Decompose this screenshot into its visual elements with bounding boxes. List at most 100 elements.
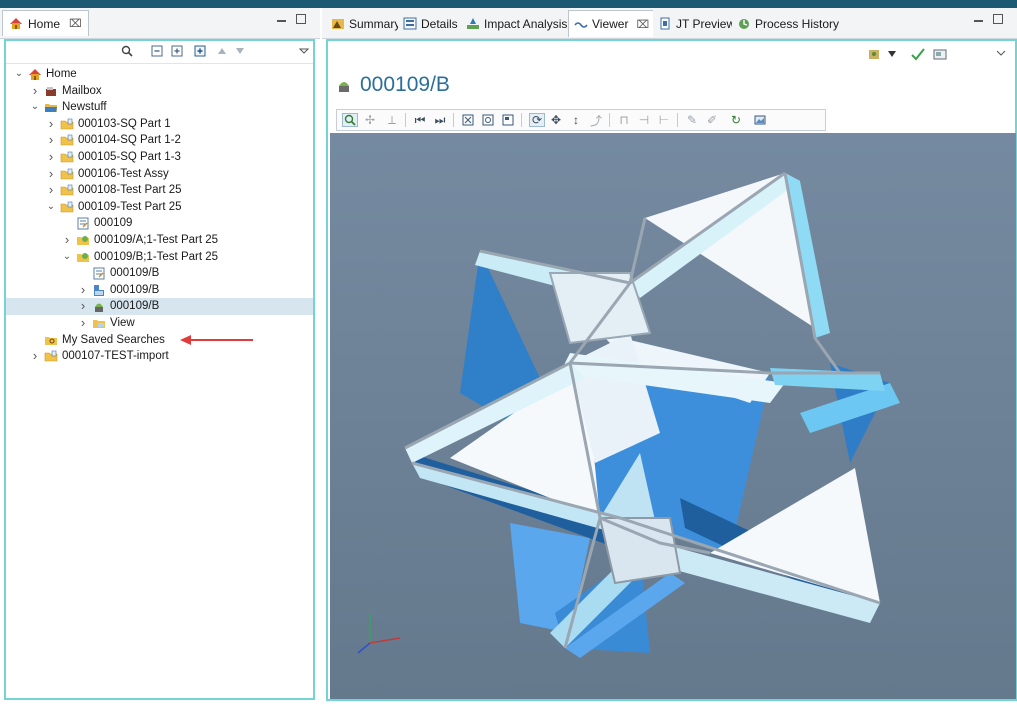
tree-row[interactable]: › 000109/B <box>6 282 313 299</box>
tree-row-label: 000109/B <box>110 283 160 296</box>
align-icon[interactable]: ⊢ <box>657 113 671 127</box>
tab-viewer[interactable]: Viewer ⌧ <box>568 10 656 37</box>
pan-cross-icon[interactable]: ✢ <box>363 113 377 127</box>
zoom-vertical-icon[interactable]: ↕ <box>569 113 583 127</box>
toolbar-separator <box>521 113 522 127</box>
viewer-icon <box>574 21 588 28</box>
details-icon <box>403 17 417 30</box>
zoom-window-icon[interactable] <box>481 113 495 127</box>
tab-summary[interactable]: Summary <box>326 10 406 37</box>
tree-row[interactable]: › 000108-Test Part 25 <box>6 182 313 199</box>
expand-twisty-icon[interactable]: › <box>46 132 56 149</box>
home-tabbar: Home ⌧ <box>0 8 320 39</box>
tree-row-label: 000109 <box>94 217 133 230</box>
detach-window-icon[interactable] <box>932 47 948 61</box>
markup-erase-icon[interactable]: ✐ <box>705 113 719 127</box>
expand-twisty-icon[interactable]: › <box>46 149 56 166</box>
collapse-all-icon[interactable] <box>151 45 163 57</box>
maximize-icon[interactable] <box>993 14 1003 24</box>
collapse-twisty-icon[interactable]: ⌄ <box>62 249 72 266</box>
tree-row-label: 000106-Test Assy <box>78 167 169 180</box>
expand-twisty-icon[interactable]: › <box>46 166 56 183</box>
move-down-icon[interactable] <box>234 45 246 57</box>
tab-details[interactable]: Details <box>398 10 463 37</box>
tree-row[interactable]: ⌄ Newstuff <box>6 99 313 116</box>
expand-icon[interactable] <box>171 45 183 57</box>
tree-row-label: 000109/B <box>110 267 160 280</box>
tree-row-label: Home <box>46 68 77 80</box>
view-menu-chevron-icon[interactable] <box>298 45 310 57</box>
tree-row[interactable]: 000109/B <box>6 265 313 282</box>
edit-check-icon[interactable] <box>910 47 926 61</box>
item-folder-icon <box>60 118 74 131</box>
last-frame-icon[interactable]: ⏭ <box>433 113 447 127</box>
jt-preview-icon <box>660 17 670 30</box>
measure-icon[interactable]: ⊣ <box>637 113 651 127</box>
first-frame-icon[interactable]: ⏮ <box>413 113 427 127</box>
tab-viewer-close-icon[interactable]: ⌧ <box>636 18 649 31</box>
tree-row[interactable]: ⌄ 000109/B;1-Test Part 25 <box>6 249 313 266</box>
expand-twisty-icon[interactable]: › <box>62 232 72 249</box>
search-icon[interactable] <box>121 45 133 57</box>
snapshot-icon[interactable] <box>753 113 767 127</box>
tree-row-selected[interactable]: › 000109/B <box>6 298 313 315</box>
expand-twisty-icon[interactable]: › <box>30 348 40 365</box>
tree-row[interactable]: 000109 <box>6 215 313 232</box>
tab-process-history-label: Process History <box>755 16 840 31</box>
item-folder-icon <box>44 350 58 363</box>
tab-home[interactable]: Home ⌧ <box>2 10 89 36</box>
tree-row[interactable]: › 000106-Test Assy <box>6 166 313 183</box>
fit-all-icon[interactable] <box>461 113 475 127</box>
toolbar-separator <box>453 113 454 127</box>
tab-details-label: Details <box>421 16 458 31</box>
expand-twisty-icon[interactable]: › <box>30 83 40 100</box>
tree-row[interactable]: My Saved Searches <box>6 332 313 349</box>
axis-icon[interactable]: ⟂ <box>385 113 399 127</box>
zoom-select-icon[interactable] <box>342 113 358 127</box>
tree-row[interactable]: › 000109/A;1-Test Part 25 <box>6 232 313 249</box>
process-history-icon <box>739 19 749 29</box>
viewer-frame: 000109/B ✢ ⟂ ⏮ ⏭ ⟳ ✥ ↕ ⤴ ⊓ ⊣ ⊢ ✎ ✐ ↻ <box>326 39 1017 701</box>
minimize-icon[interactable] <box>277 20 286 22</box>
tab-jt-preview[interactable]: JT Preview <box>653 10 741 37</box>
home-window-controls <box>277 14 306 24</box>
section-icon[interactable]: ⊓ <box>617 113 631 127</box>
toolbar-separator <box>609 113 610 127</box>
tree-row[interactable]: › View <box>6 315 313 332</box>
tab-home-close-icon[interactable]: ⌧ <box>69 17 82 30</box>
expand-twisty-icon[interactable]: › <box>46 116 56 133</box>
maximize-icon[interactable] <box>296 14 306 24</box>
spin-icon[interactable]: ⤴ <box>589 113 603 128</box>
3d-viewport[interactable] <box>330 133 1016 699</box>
refresh-icon[interactable]: ↻ <box>729 113 743 127</box>
tree-row-label: 000109-Test Part 25 <box>78 200 182 213</box>
markup-icon[interactable]: ✎ <box>685 113 699 127</box>
tree-row[interactable]: › 000107-TEST-import <box>6 348 313 365</box>
tree-row[interactable]: ⌄ 000109-Test Part 25 <box>6 199 313 216</box>
expand-twisty-icon[interactable]: › <box>46 182 56 199</box>
frame-view-icon[interactable] <box>501 113 515 127</box>
tree-row[interactable]: › 000104-SQ Part 1-2 <box>6 132 313 149</box>
expand-twisty-icon[interactable]: › <box>78 282 88 299</box>
dropdown-chevron-icon[interactable] <box>888 51 896 57</box>
tree-row[interactable]: › 000103-SQ Part 1 <box>6 116 313 133</box>
tab-jt-preview-label: JT Preview <box>676 16 736 31</box>
tree-row[interactable]: › 000105-SQ Part 1-3 <box>6 149 313 166</box>
collapse-twisty-icon[interactable]: ⌄ <box>30 99 40 116</box>
view-options-icon[interactable] <box>868 47 884 61</box>
tab-impact-analysis[interactable]: Impact Analysis <box>461 10 573 37</box>
expand-twisty-icon[interactable]: › <box>78 298 88 315</box>
tree-row[interactable]: ⌄ Home <box>6 66 313 83</box>
tree-row[interactable]: › Mailbox <box>6 83 313 100</box>
expand-twisty-icon[interactable]: › <box>78 315 88 332</box>
home-icon <box>28 68 42 81</box>
view-menu-chevron-icon[interactable] <box>996 49 1006 57</box>
collapse-twisty-icon[interactable]: ⌄ <box>46 199 56 216</box>
pan-icon[interactable]: ✥ <box>549 113 563 127</box>
tab-process-history[interactable]: Process History <box>732 10 845 37</box>
rotate-icon[interactable]: ⟳ <box>529 113 545 127</box>
collapse-twisty-icon[interactable]: ⌄ <box>14 66 24 83</box>
expand-all-icon[interactable] <box>194 45 206 57</box>
move-up-icon[interactable] <box>216 45 228 57</box>
minimize-icon[interactable] <box>974 20 983 22</box>
